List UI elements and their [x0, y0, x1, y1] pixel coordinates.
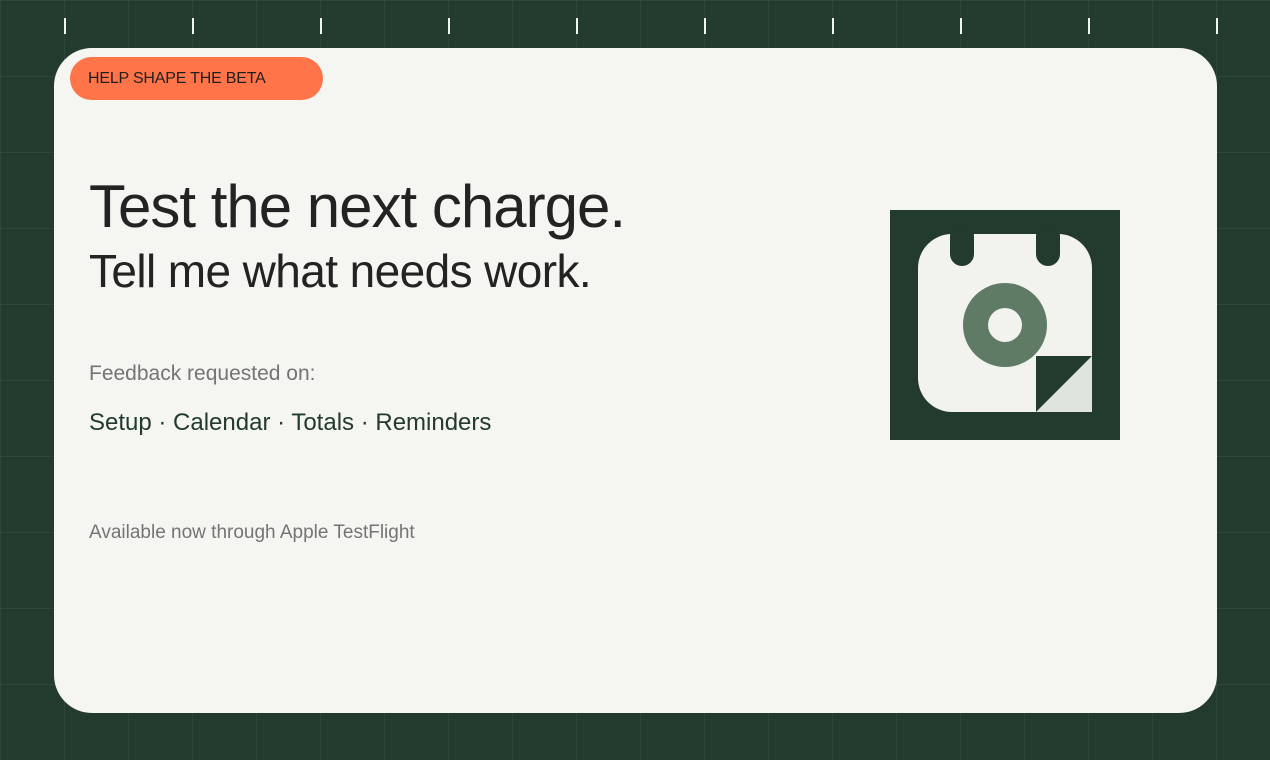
- feedback-areas: Setup · Calendar · Totals · Reminders: [89, 409, 492, 436]
- availability-note: Available now through Apple TestFlight: [89, 522, 415, 543]
- tick-mark: [1088, 18, 1090, 34]
- tick-mark: [320, 18, 322, 34]
- tick-mark: [64, 18, 66, 34]
- tick-mark: [704, 18, 706, 34]
- beta-badge: HELP SHAPE THE BETA: [70, 57, 323, 100]
- tick-mark: [192, 18, 194, 34]
- feedback-label: Feedback requested on:: [89, 362, 316, 385]
- promo-card: HELP SHAPE THE BETA Test the next charge…: [54, 48, 1217, 713]
- tick-mark: [960, 18, 962, 34]
- tick-mark: [448, 18, 450, 34]
- tick-mark: [832, 18, 834, 34]
- tick-mark: [1216, 18, 1218, 34]
- headline: Test the next charge.: [89, 173, 626, 240]
- subheadline: Tell me what needs work.: [89, 245, 592, 297]
- top-tick-marks: [0, 0, 1270, 40]
- calendar-charge-icon: [890, 210, 1120, 440]
- tick-mark: [576, 18, 578, 34]
